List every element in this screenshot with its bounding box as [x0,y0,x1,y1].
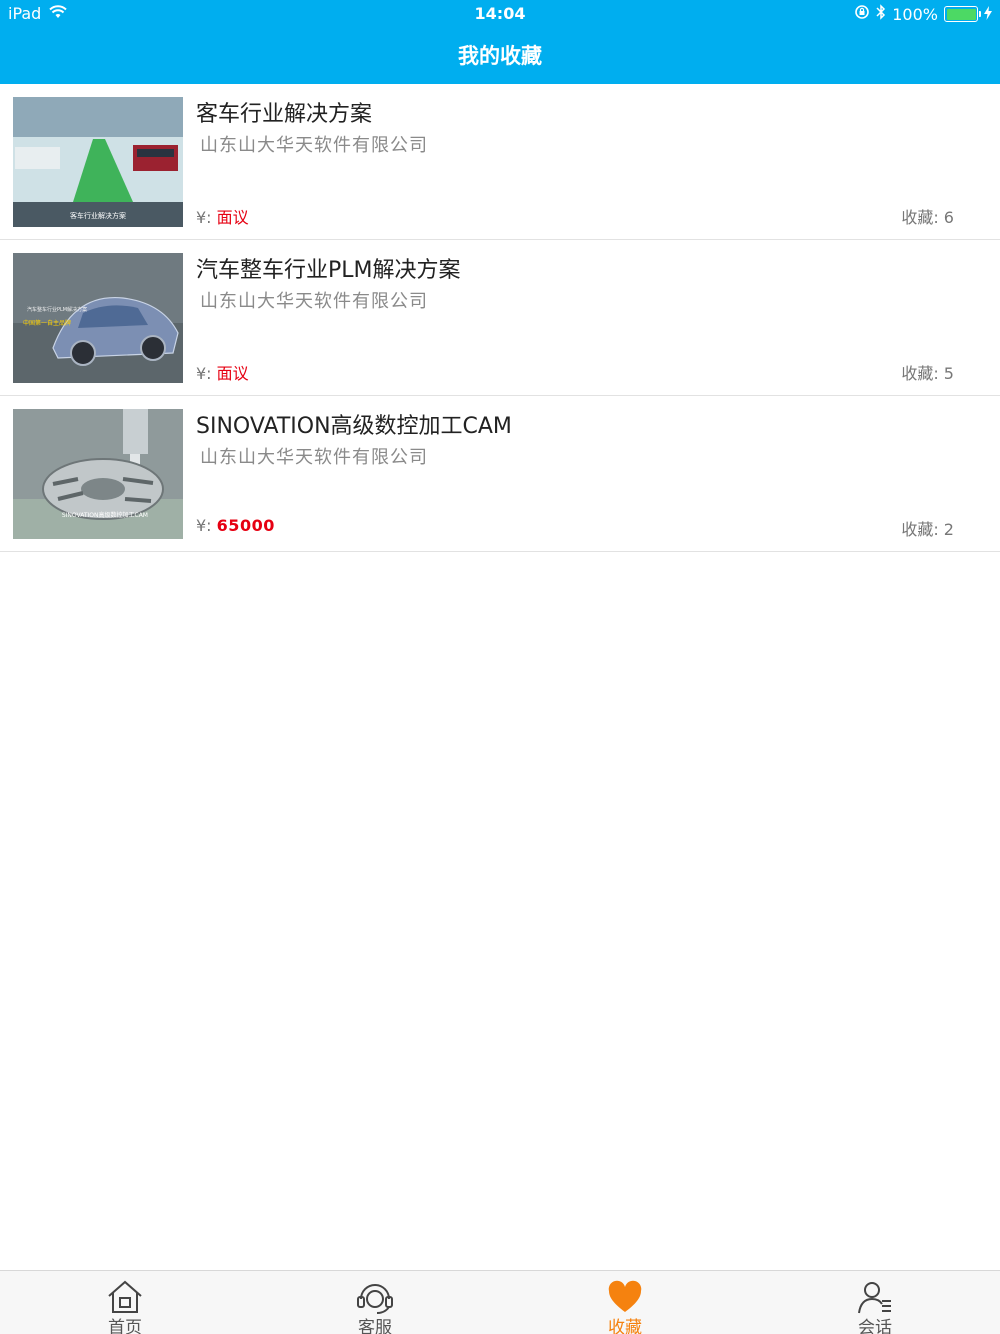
app-header: iPad 14:04 100% 我的收藏 [0,0,1000,84]
thumbnail-caption: 客车行业解决方案 [70,211,126,220]
tab-chat[interactable]: 会话 [750,1271,1000,1334]
product-thumbnail: 汽车整车行业PLM解决方案 中国第一自主品牌 [13,253,183,383]
item-company: 山东山大华天软件有限公司 [200,447,428,468]
status-bar: iPad 14:04 100% [0,0,1000,28]
favorites-list: 客车行业解决方案 客车行业解决方案 山东山大华天软件有限公司 ¥: 面议 收藏:… [0,84,1000,552]
price-row: ¥: 面议 [196,360,249,384]
price-value: 面议 [216,208,249,227]
item-title: SINOVATION高级数控加工CAM [196,414,512,439]
tab-label: 会话 [858,1318,892,1334]
price-value: 面议 [216,364,249,383]
thumbnail-subcaption: 中国第一自主品牌 [23,319,71,327]
thumbnail-caption: 汽车整车行业PLM解决方案 [27,306,87,313]
battery-percent: 100% [892,4,938,24]
price-prefix: ¥: [196,208,212,227]
tab-service[interactable]: 客服 [250,1271,500,1334]
status-right: 100% [854,4,992,24]
favorite-count: 收藏: 6 [901,208,954,227]
status-time: 14:04 [474,4,526,23]
price-row: ¥: 65000 [196,516,275,535]
product-thumbnail: 客车行业解决方案 [13,97,183,227]
price-prefix: ¥: [196,364,212,383]
list-item[interactable]: SINOVATION高级数控加工CAM SINOVATION高级数控加工CAM … [0,396,1000,552]
tab-bar: 首页 客服 收藏 会话 [0,1270,1000,1334]
rotation-lock-icon [854,4,870,24]
item-title: 客车行业解决方案 [196,102,373,127]
product-thumbnail: SINOVATION高级数控加工CAM [13,409,183,539]
tab-label: 收藏 [608,1318,642,1334]
favorite-count: 收藏: 2 [901,520,954,539]
favorite-count: 收藏: 5 [901,364,954,383]
battery-icon [944,6,981,22]
tab-home[interactable]: 首页 [0,1271,250,1334]
price-row: ¥: 面议 [196,204,249,228]
home-icon [105,1279,145,1315]
item-company: 山东山大华天软件有限公司 [200,291,428,312]
heart-icon [605,1279,645,1315]
item-company: 山东山大华天软件有限公司 [200,135,428,156]
item-title: 汽车整车行业PLM解决方案 [196,258,461,283]
bluetooth-icon [876,4,886,24]
user-chat-icon [855,1279,895,1315]
list-item[interactable]: 客车行业解决方案 客车行业解决方案 山东山大华天软件有限公司 ¥: 面议 收藏:… [0,84,1000,240]
thumbnail-caption: SINOVATION高级数控加工CAM [62,511,148,519]
list-item[interactable]: 汽车整车行业PLM解决方案 中国第一自主品牌 汽车整车行业PLM解决方案 山东山… [0,240,1000,396]
tab-favorites[interactable]: 收藏 [500,1271,750,1334]
tab-label: 客服 [358,1318,392,1334]
charging-icon [984,5,992,24]
page-title: 我的收藏 [458,44,542,68]
headset-icon [355,1279,395,1315]
tab-label: 首页 [108,1318,142,1334]
price-prefix: ¥: [196,516,212,535]
price-value: 65000 [216,516,275,535]
